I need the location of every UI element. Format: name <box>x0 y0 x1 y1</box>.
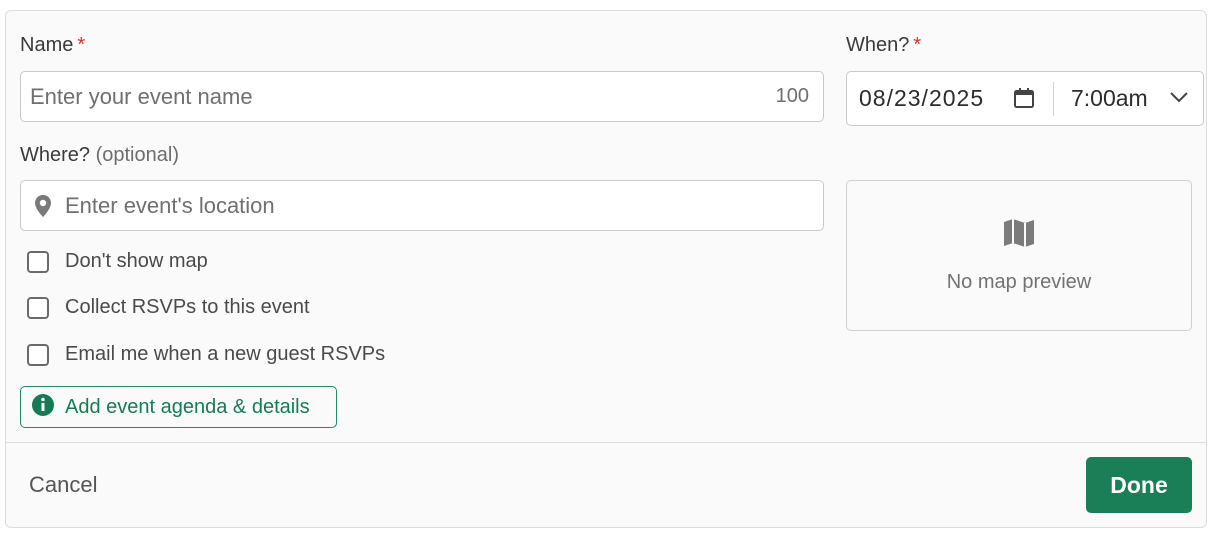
add-agenda-label: Add event agenda & details <box>65 395 310 418</box>
required-marker: * <box>77 34 86 56</box>
field-divider <box>1053 82 1054 116</box>
add-agenda-button[interactable]: Add event agenda & details <box>20 386 337 428</box>
cancel-button[interactable]: Cancel <box>29 472 97 498</box>
when-label-text: When? <box>846 34 910 56</box>
time-select[interactable]: 7:00am <box>1071 85 1148 112</box>
event-name-placeholder: Enter your event name <box>30 83 253 109</box>
map-icon <box>1002 216 1036 255</box>
dont-show-map-label: Don't show map <box>65 250 208 272</box>
date-time-field: 08/23/2025 7:00am <box>846 71 1204 126</box>
date-input[interactable]: 08/23/2025 <box>859 85 984 112</box>
email-rsvp-option[interactable]: Email me when a new guest RSVPs <box>27 343 385 366</box>
dont-show-map-checkbox[interactable] <box>27 250 49 273</box>
calendar-icon[interactable] <box>1013 87 1035 114</box>
map-empty-text: No map preview <box>946 271 1092 293</box>
email-rsvp-checkbox[interactable] <box>27 343 49 366</box>
name-label: Name * <box>20 34 85 57</box>
collect-rsvps-option[interactable]: Collect RSVPs to this event <box>27 296 310 319</box>
collect-rsvps-label: Collect RSVPs to this event <box>65 296 310 318</box>
map-pin-icon <box>33 194 53 223</box>
where-label: Where? (optional) <box>20 144 179 167</box>
done-button[interactable]: Done <box>1086 457 1192 513</box>
dont-show-map-option[interactable]: Don't show map <box>27 250 208 273</box>
location-placeholder: Enter event's location <box>65 192 275 218</box>
collect-rsvps-checkbox[interactable] <box>27 296 49 319</box>
when-label: When? * <box>846 34 921 57</box>
chevron-down-icon[interactable] <box>1169 90 1189 109</box>
map-preview: No map preview <box>846 180 1192 331</box>
name-label-text: Name <box>20 34 74 56</box>
character-counter: 100 <box>775 85 809 107</box>
info-icon <box>31 393 55 422</box>
footer-divider <box>6 442 1206 443</box>
where-label-text: Where? <box>20 144 91 166</box>
optional-marker: (optional) <box>95 144 179 166</box>
email-rsvp-label: Email me when a new guest RSVPs <box>65 343 386 365</box>
required-marker: * <box>913 34 922 56</box>
location-input[interactable]: Enter event's location <box>20 180 824 231</box>
event-name-input[interactable]: Enter your event name 100 <box>20 71 824 122</box>
